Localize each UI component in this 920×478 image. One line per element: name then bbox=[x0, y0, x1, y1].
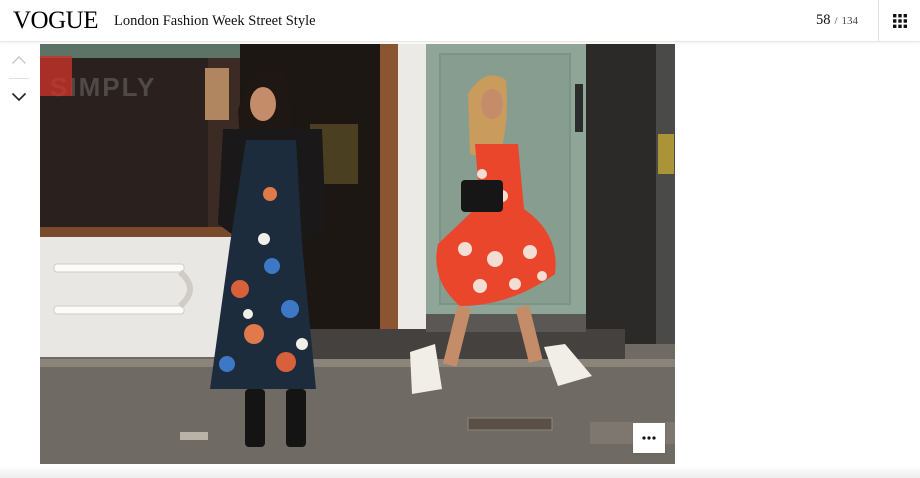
gallery-title: London Fashion Week Street Style bbox=[114, 13, 316, 29]
chevron-up-icon bbox=[12, 56, 26, 64]
bottom-fade bbox=[0, 466, 920, 478]
gallery-photo[interactable]: SIMPLY bbox=[40, 44, 675, 464]
more-options-button[interactable] bbox=[633, 423, 665, 453]
grid-view-button[interactable] bbox=[878, 0, 920, 42]
grid-icon bbox=[892, 14, 907, 28]
total-slides-number: 134 bbox=[841, 15, 859, 27]
slide-counter: 58 / 134 bbox=[816, 11, 858, 30]
previous-slide-button[interactable] bbox=[0, 42, 38, 78]
vogue-logo[interactable]: VOGUE bbox=[13, 6, 99, 36]
top-bar: VOGUE London Fashion Week Street Style 5… bbox=[0, 0, 920, 42]
current-slide-number: 58 bbox=[815, 12, 831, 28]
counter-separator: / bbox=[834, 15, 838, 27]
ellipsis-icon bbox=[642, 436, 656, 440]
chevron-down-icon bbox=[11, 92, 27, 102]
next-slide-button[interactable] bbox=[0, 79, 38, 115]
slide-navigation bbox=[0, 42, 38, 115]
